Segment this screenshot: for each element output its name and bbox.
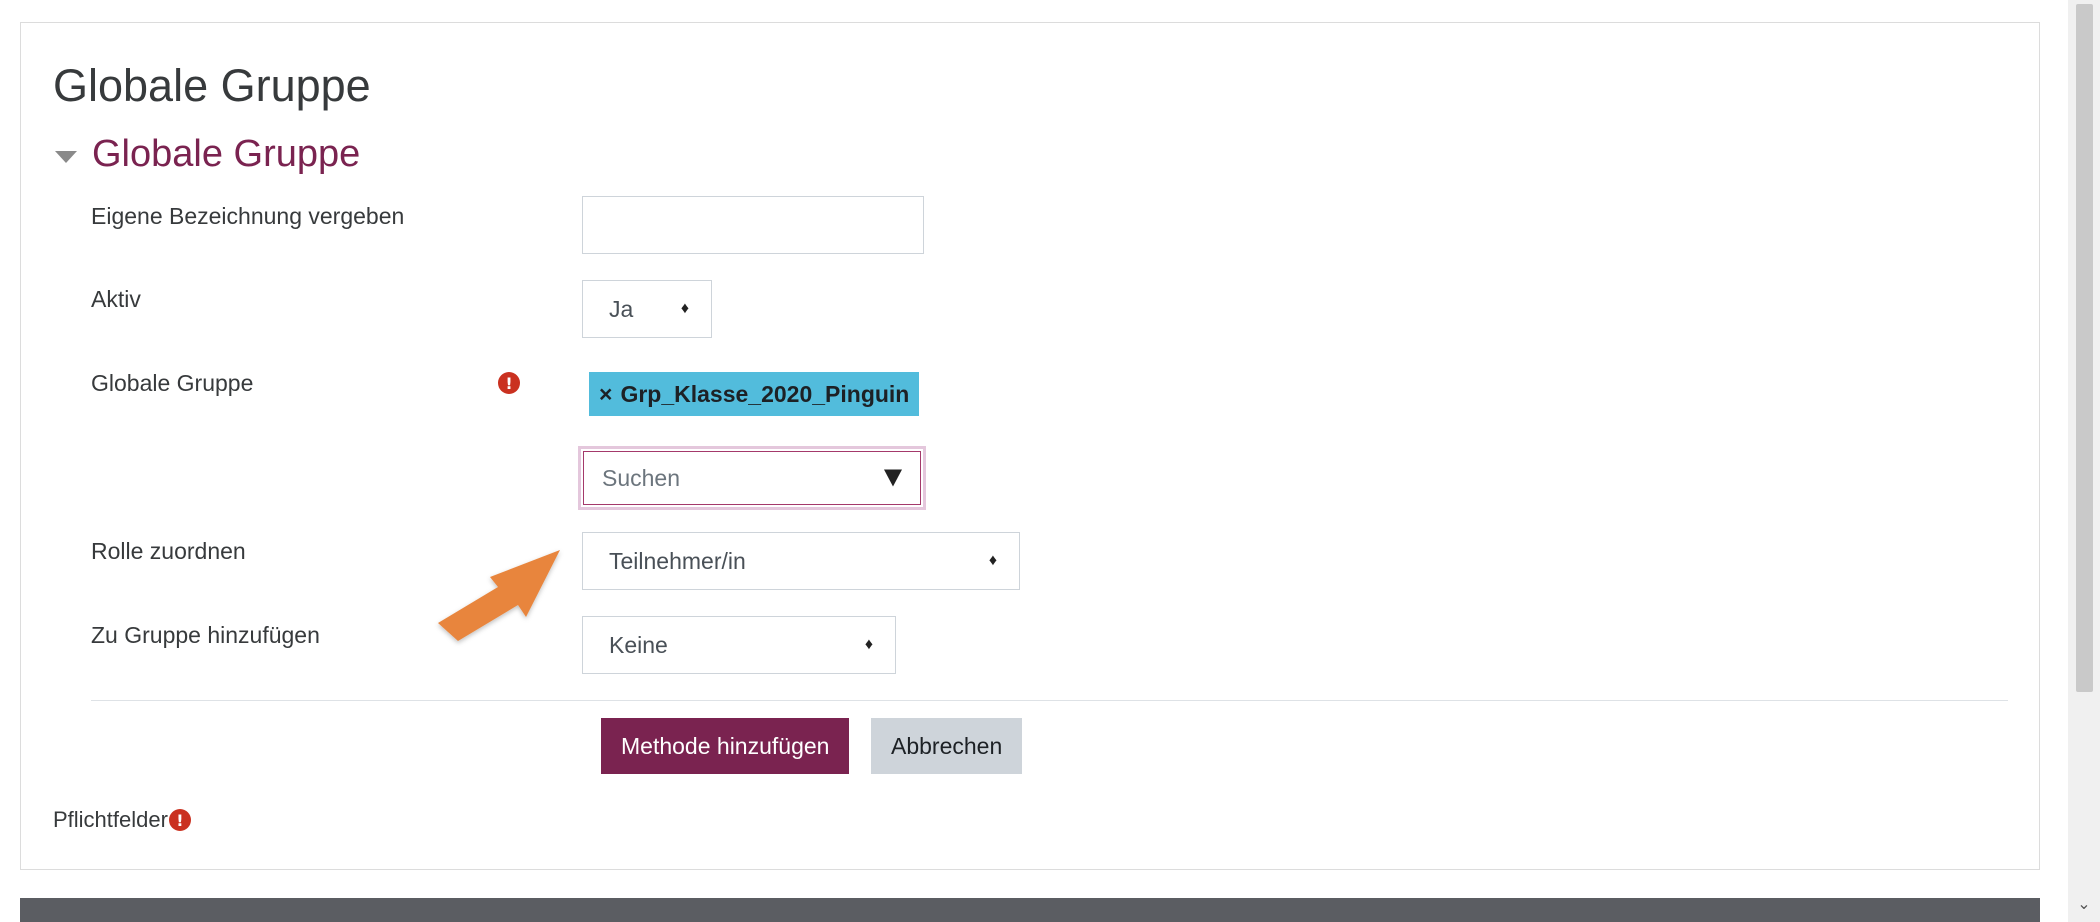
group-search-input[interactable]: Suchen — [583, 451, 921, 505]
name-input[interactable] — [582, 196, 924, 254]
section-header[interactable]: Globale Gruppe — [55, 133, 360, 176]
add-method-button[interactable]: Methode hinzufügen — [601, 718, 850, 774]
role-select[interactable]: Teilnehmer/in ♦ — [582, 532, 1020, 590]
add-group-select[interactable]: Keine ♦ — [582, 616, 896, 674]
add-group-select-value: Keine — [609, 631, 668, 658]
scrollbar-thumb[interactable] — [2076, 4, 2093, 692]
name-label: Eigene Bezeichnung vergeben — [91, 203, 405, 229]
add-group-label: Zu Gruppe hinzufügen — [91, 622, 320, 648]
selected-group-tag-label: Grp_Klasse_2020_Pinguin — [620, 380, 910, 407]
triangle-down-icon[interactable] — [884, 469, 902, 487]
form-divider — [91, 700, 2008, 701]
role-label: Rolle zuordnen — [91, 538, 246, 564]
exclamation-circle-icon: ! — [168, 809, 191, 831]
group-search-focus-ring: Suchen — [578, 446, 926, 510]
scrollbar[interactable]: ⌄ — [2068, 0, 2100, 922]
cancel-button[interactable]: Abbrechen — [871, 718, 1023, 774]
chevron-down-icon[interactable]: ⌄ — [2074, 894, 2094, 914]
group-label: Globale Gruppe — [91, 370, 254, 396]
active-select[interactable]: Ja ♦ — [582, 280, 712, 338]
page-footer — [20, 898, 2040, 922]
arrow-icon — [438, 550, 560, 641]
search-placeholder: Suchen — [602, 464, 681, 491]
sort-updown-icon: ♦ — [680, 300, 689, 317]
required-fields-label: Pflichtfelder — [53, 807, 168, 832]
remove-tag-icon[interactable]: × — [599, 381, 612, 408]
active-label: Aktiv — [91, 286, 141, 312]
sort-updown-icon: ♦ — [864, 636, 873, 653]
page-title: Globale Gruppe — [53, 60, 371, 111]
selected-group-tag[interactable]: × Grp_Klasse_2020_Pinguin — [589, 372, 920, 416]
required-fields-note: Pflichtfelder ! — [53, 807, 191, 833]
section-title[interactable]: Globale Gruppe — [92, 133, 360, 176]
role-select-value: Teilnehmer/in — [609, 547, 746, 574]
active-select-value: Ja — [609, 295, 634, 322]
exclamation-circle-icon: ! — [498, 372, 520, 394]
caret-down-icon[interactable] — [55, 150, 77, 163]
sort-updown-icon: ♦ — [988, 552, 997, 569]
